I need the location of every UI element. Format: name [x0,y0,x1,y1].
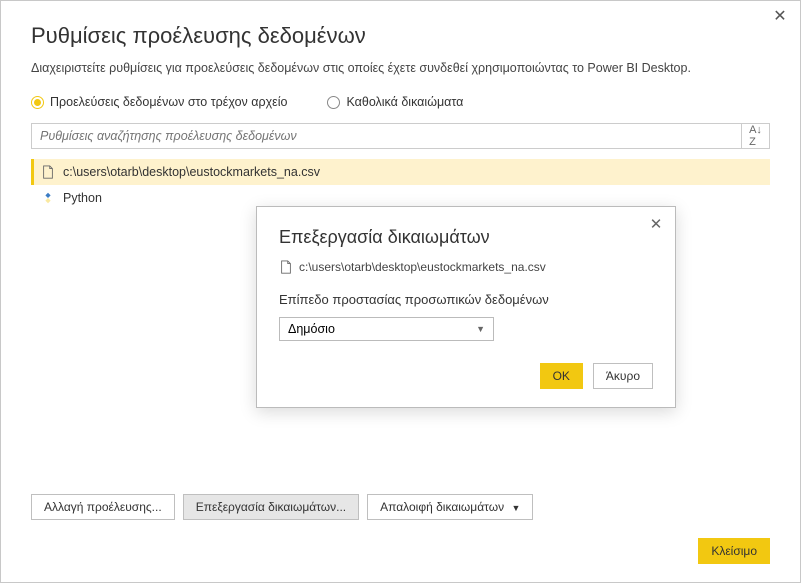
sort-button[interactable]: A↓Z [742,123,770,149]
edit-permissions-button[interactable]: Επεξεργασία δικαιωμάτων... [183,494,359,520]
data-source-list: c:\users\otarb\desktop\eustockmarkets_na… [31,159,770,211]
sort-icon: A↓Z [749,124,762,148]
dialog-title: Επεξεργασία δικαιωμάτων [279,227,653,248]
clear-permissions-button[interactable]: Απαλοιφή δικαιωμάτων ▼ [367,494,533,520]
privacy-level-select[interactable]: Δημόσιο ▼ [279,317,494,341]
close-button[interactable]: Κλείσιμο [698,538,770,564]
select-value: Δημόσιο [288,322,335,336]
button-label: Απαλοιφή δικαιωμάτων [380,500,504,514]
ok-button[interactable]: OK [540,363,583,389]
edit-permissions-dialog: ✕ Επεξεργασία δικαιωμάτων c:\users\otarb… [256,206,676,408]
cancel-button[interactable]: Άκυρο [593,363,653,389]
page-title: Ρυθμίσεις προέλευσης δεδομένων [31,23,770,49]
list-item[interactable]: c:\users\otarb\desktop\eustockmarkets_na… [31,159,770,185]
python-icon [41,191,55,205]
radio-label: Καθολικά δικαιώματα [346,95,463,109]
radio-icon [327,96,340,109]
dialog-path: c:\users\otarb\desktop\eustockmarkets_na… [299,260,546,274]
list-item-label: c:\users\otarb\desktop\eustockmarkets_na… [63,165,320,179]
window-close-icon[interactable]: ✕ [770,7,790,27]
radio-label: Προελεύσεις δεδομένων στο τρέχον αρχείο [50,95,287,109]
file-icon [41,165,55,179]
change-source-button[interactable]: Αλλαγή προέλευσης... [31,494,175,520]
page-subtitle: Διαχειριστείτε ρυθμίσεις για προελεύσεις… [31,61,770,75]
file-icon [279,260,293,274]
list-item-label: Python [63,191,102,205]
radio-icon [31,96,44,109]
privacy-level-label: Επίπεδο προστασίας προσωπικών δεδομένων [279,292,653,309]
chevron-down-icon: ▼ [511,503,520,513]
search-input[interactable] [31,123,742,149]
radio-current-file[interactable]: Προελεύσεις δεδομένων στο τρέχον αρχείο [31,95,287,109]
chevron-down-icon: ▼ [476,324,485,334]
dialog-close-icon[interactable]: ✕ [647,215,665,233]
radio-global-permissions[interactable]: Καθολικά δικαιώματα [327,95,463,109]
